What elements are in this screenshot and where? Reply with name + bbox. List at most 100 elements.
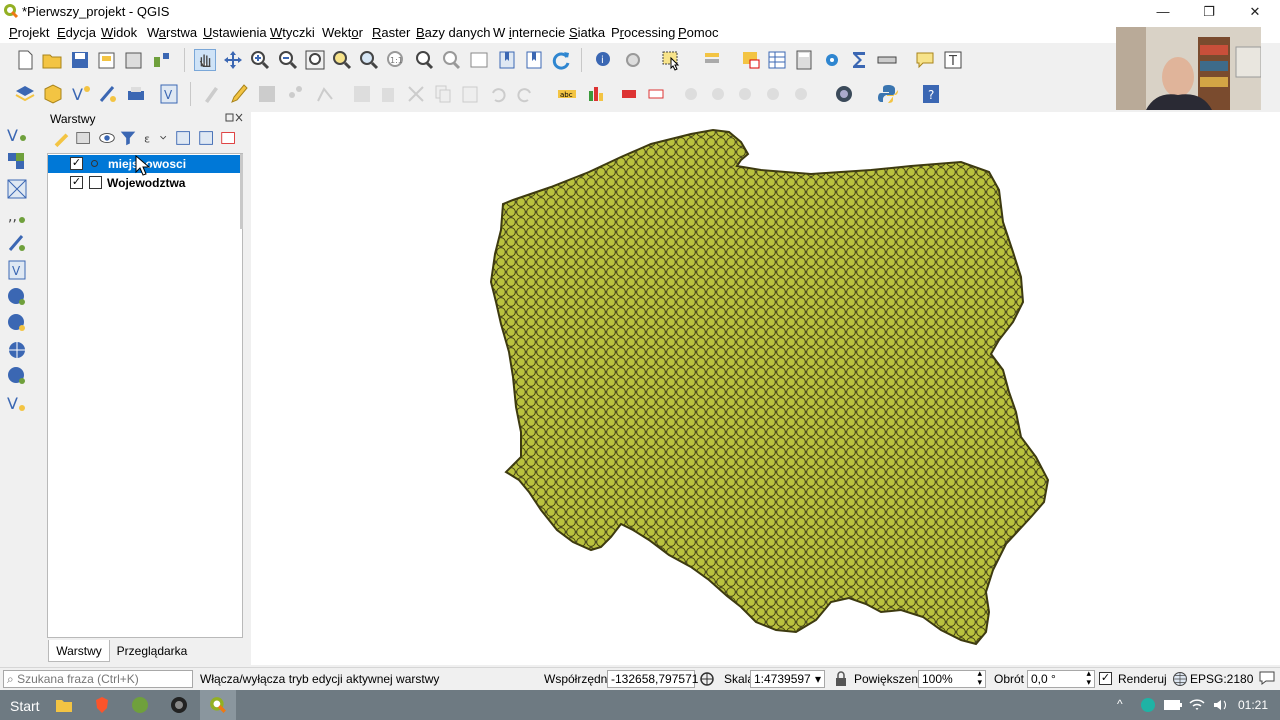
qgis-taskbar-item[interactable] xyxy=(200,690,236,720)
crs-label[interactable]: EPSG:2180 xyxy=(1190,672,1253,686)
layout-manager-icon[interactable] xyxy=(123,49,145,71)
show-bookmarks-icon[interactable] xyxy=(523,49,545,71)
restore-button[interactable]: ❐ xyxy=(1186,0,1232,23)
current-edits-icon[interactable] xyxy=(201,83,223,105)
run-feature-action-icon[interactable] xyxy=(622,49,644,71)
brave-browser-icon[interactable] xyxy=(94,696,110,714)
move-label-icon[interactable] xyxy=(707,83,729,105)
add-feature-icon[interactable] xyxy=(284,83,306,105)
identify-features-icon[interactable]: i xyxy=(593,49,615,71)
rotation-spinbox[interactable]: 0,0 ° ▴ ▾ xyxy=(1027,669,1095,688)
tab-warstwy[interactable]: Warstwy xyxy=(48,640,110,662)
add-vector-layer-icon[interactable]: V xyxy=(6,124,28,146)
remove-layer-icon[interactable] xyxy=(219,128,239,148)
help-icon[interactable]: ? xyxy=(920,83,942,105)
new-bookmark-icon[interactable] xyxy=(496,49,518,71)
add-mesh-layer-icon[interactable] xyxy=(6,178,28,200)
style-manager-icon[interactable] xyxy=(151,49,173,71)
add-wms-layer-icon[interactable] xyxy=(6,286,28,308)
add-raster-layer-icon[interactable] xyxy=(6,151,28,173)
add-group-icon[interactable] xyxy=(74,128,94,148)
panel-float-close-icon[interactable] xyxy=(224,113,244,123)
crs-globe-icon[interactable] xyxy=(1172,671,1188,687)
pan-map-icon[interactable] xyxy=(194,49,216,71)
menu-warstwa[interactable]: Warstwa xyxy=(147,25,197,40)
locator-search-input[interactable]: ⌕ Szukana fraza (Ctrl+K) xyxy=(3,670,193,688)
change-label-icon[interactable] xyxy=(762,83,784,105)
tab-przegladarka[interactable]: Przeglądarka xyxy=(110,640,194,662)
show-hide-labels-icon[interactable] xyxy=(680,83,702,105)
zoom-last-icon[interactable] xyxy=(413,49,435,71)
minimize-button[interactable]: — xyxy=(1140,0,1186,23)
field-calculator-icon[interactable] xyxy=(793,49,815,71)
app-green-icon[interactable] xyxy=(131,696,149,714)
menu-widok[interactable]: Widok xyxy=(101,25,137,40)
vertex-tool-icon[interactable] xyxy=(314,83,336,105)
redo-icon[interactable] xyxy=(514,83,536,105)
new-print-layout-icon[interactable] xyxy=(96,49,118,71)
map-tips-icon[interactable] xyxy=(914,49,936,71)
pin-labels-icon[interactable] xyxy=(645,83,667,105)
manage-map-themes-icon[interactable] xyxy=(97,128,117,148)
zoom-next-icon[interactable] xyxy=(440,49,462,71)
new-virtual-layer-icon[interactable]: V xyxy=(158,83,180,105)
filter-legend-icon[interactable] xyxy=(118,128,138,148)
pan-to-selection-icon[interactable] xyxy=(222,49,244,71)
open-layer-styling-icon[interactable] xyxy=(51,128,71,148)
add-virtual-layer-icon[interactable]: V xyxy=(6,259,28,281)
add-wcs-layer-icon[interactable] xyxy=(6,312,28,334)
layer-diagram-icon[interactable] xyxy=(585,83,607,105)
zoom-in-icon[interactable] xyxy=(249,49,271,71)
menu-processing[interactable]: Processing xyxy=(611,25,675,40)
attribute-table-icon[interactable] xyxy=(766,49,788,71)
layer-labeling-icon[interactable]: abc xyxy=(556,83,578,105)
file-explorer-icon[interactable] xyxy=(55,697,73,713)
zoom-full-icon[interactable] xyxy=(304,49,326,71)
scale-combobox[interactable]: 1:4739597 ▾ xyxy=(750,670,825,688)
expand-all-icon[interactable] xyxy=(174,128,194,148)
coordinate-field[interactable]: -132658,797571 xyxy=(607,670,698,688)
menu-siatka[interactable]: Siatka xyxy=(569,25,605,40)
zoom-out-icon[interactable] xyxy=(277,49,299,71)
menu-raster[interactable]: Raster xyxy=(372,25,410,40)
statistical-summary-icon[interactable] xyxy=(848,49,870,71)
tree-scrollbar[interactable] xyxy=(240,154,243,229)
delete-selected-icon[interactable] xyxy=(377,83,399,105)
menu-projekt[interactable]: Projekt xyxy=(9,25,49,40)
menu-wektor[interactable]: Wektor xyxy=(322,25,363,40)
magnifier-spinbox[interactable]: 100% ▴ ▾ xyxy=(918,669,986,688)
layer-checkbox-miejscowosci[interactable]: ✓ xyxy=(70,157,83,170)
menu-ustawienia[interactable]: Ustawienia xyxy=(203,25,267,40)
new-temporary-layer-icon[interactable] xyxy=(125,83,147,105)
paste-features-icon[interactable] xyxy=(459,83,481,105)
menu-bazy-danych[interactable]: Bazy danych xyxy=(416,25,490,40)
layer-checkbox-wojewodztwa[interactable]: ✓ xyxy=(70,176,83,189)
map-canvas[interactable] xyxy=(251,112,1280,665)
highlight-pinned-labels-icon[interactable] xyxy=(618,83,640,105)
collapse-all-icon[interactable] xyxy=(197,128,217,148)
start-button[interactable]: Start xyxy=(10,698,40,714)
menu-edycja[interactable]: Edycja xyxy=(57,25,96,40)
processing-toolbox-icon[interactable] xyxy=(821,49,843,71)
new-shapefile-icon[interactable]: V xyxy=(70,83,92,105)
new-project-icon[interactable] xyxy=(14,49,36,71)
copy-features-icon[interactable] xyxy=(432,83,454,105)
deselect-features-icon[interactable] xyxy=(740,49,762,71)
toggle-editing-icon[interactable] xyxy=(228,83,250,105)
new-spatialite-icon[interactable] xyxy=(97,83,119,105)
close-button[interactable]: ✕ xyxy=(1232,0,1278,23)
new-vector-tile-layer-icon[interactable]: V xyxy=(6,392,28,414)
new-geopackage-icon[interactable] xyxy=(42,83,64,105)
cut-features-icon[interactable] xyxy=(405,83,427,105)
zoom-native-icon[interactable]: 1:1 xyxy=(385,49,407,71)
refresh-icon[interactable] xyxy=(550,49,572,71)
tray-app-icon[interactable] xyxy=(1140,697,1156,713)
menu-w-internecie[interactable]: W internecie xyxy=(493,25,565,40)
filter-by-expression-icon[interactable]: ε xyxy=(141,128,169,148)
lock-scale-icon[interactable] xyxy=(834,671,848,687)
battery-icon[interactable] xyxy=(1163,698,1183,712)
add-delimited-text-icon[interactable]: ,, xyxy=(6,205,28,227)
add-wfs-layer-icon[interactable] xyxy=(6,339,28,361)
new-map-view-icon[interactable] xyxy=(468,49,490,71)
save-layer-edits-icon[interactable] xyxy=(256,83,278,105)
